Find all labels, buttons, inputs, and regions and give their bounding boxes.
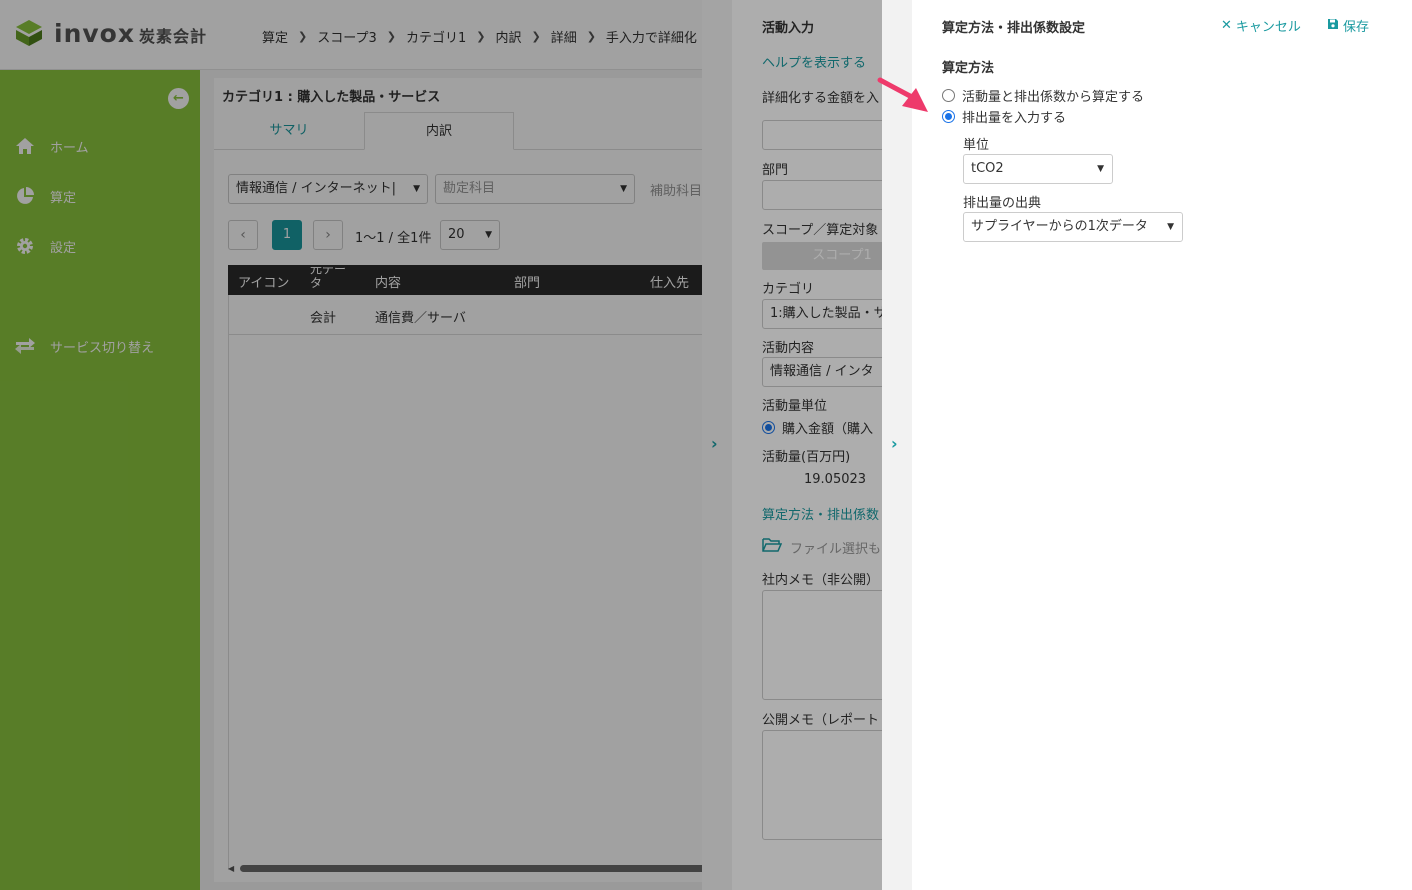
method-option-activity[interactable]: 活動量と排出係数から算定する [942, 86, 1144, 105]
cancel-label: キャンセル [1235, 20, 1301, 35]
method-option-label: 排出量を入力する [962, 111, 1067, 126]
drawer-title: 算定方法・排出係数設定 [942, 21, 1086, 36]
unit-select[interactable]: tCO2 ▼ [963, 154, 1113, 184]
method-section-label: 算定方法 [942, 61, 995, 76]
save-icon [1327, 18, 1339, 34]
unit-select-value: tCO2 [971, 161, 1004, 176]
drawer-backdrop[interactable] [702, 0, 882, 890]
radio-checked[interactable] [942, 110, 955, 123]
method-settings-drawer: › 算定方法・排出係数設定 ✕ キャンセル 保存 算定方法 活動量と排出係数から… [882, 0, 1412, 890]
method-option-label: 活動量と排出係数から算定する [962, 90, 1145, 105]
save-button[interactable]: 保存 [1327, 16, 1369, 35]
caret-down-icon: ▼ [1167, 222, 1174, 232]
chevron-right-icon: › [891, 434, 898, 453]
source-select-value: サプライヤーからの1次データ [971, 219, 1148, 234]
close-icon: ✕ [1221, 18, 1232, 33]
source-label: 排出量の出典 [963, 196, 1042, 211]
cancel-button[interactable]: ✕ キャンセル [1221, 16, 1301, 35]
method-option-emission[interactable]: 排出量を入力する [942, 107, 1066, 126]
caret-down-icon: ▼ [1097, 164, 1104, 174]
drawer-collapse-handle[interactable]: › [882, 0, 912, 890]
source-select[interactable]: サプライヤーからの1次データ ▼ [963, 212, 1183, 242]
annotation-arrow-icon [877, 77, 928, 112]
unit-label: 単位 [963, 138, 990, 153]
radio-unchecked[interactable] [942, 89, 955, 102]
save-label: 保存 [1343, 20, 1370, 35]
